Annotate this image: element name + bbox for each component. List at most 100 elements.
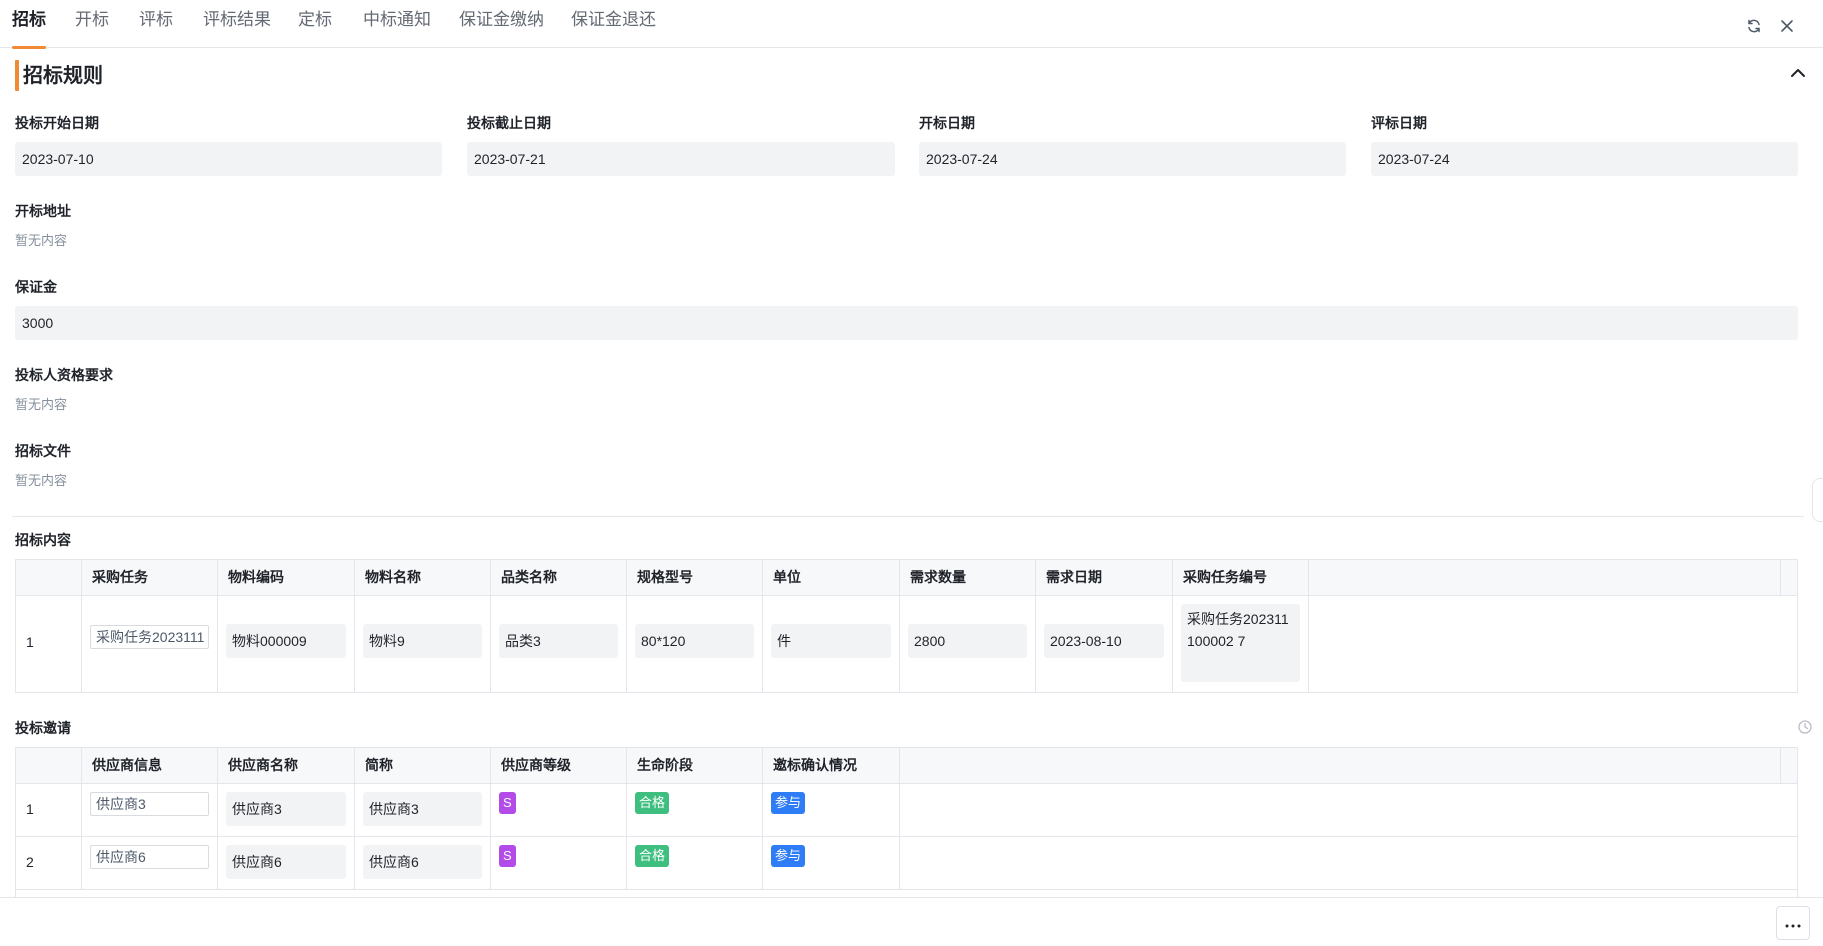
- supplier-info-input[interactable]: 供应商6: [90, 845, 209, 869]
- tab-deposit-refund[interactable]: 保证金退还: [571, 0, 656, 48]
- supplier-name-value: 供应商6: [226, 845, 346, 879]
- side-drawer-handle[interactable]: [1812, 478, 1823, 522]
- eval-date-label: 评标日期: [1371, 115, 1427, 131]
- open-address-label: 开标地址: [15, 203, 71, 219]
- category-cell: 品类3: [491, 596, 627, 692]
- task-input[interactable]: 采购任务2023111: [90, 625, 209, 649]
- spec-cell: 80*120: [627, 596, 763, 692]
- deposit-field: 3000: [15, 306, 1798, 340]
- supplier-info-cell: 供应商3: [82, 784, 218, 836]
- table-header: 供应商信息 供应商名称 简称 供应商等级 生命阶段 邀标确认情况: [16, 748, 1797, 784]
- short-name-value: 供应商3: [363, 792, 482, 826]
- column-header: 生命阶段: [627, 748, 763, 783]
- column-header: 采购任务: [82, 560, 218, 595]
- task-cell: 采购任务2023111: [82, 596, 218, 692]
- material-name-cell: 物料9: [355, 596, 491, 692]
- index-header: [16, 560, 82, 595]
- material-code-cell: 物料000009: [218, 596, 355, 692]
- short-name-value: 供应商6: [363, 845, 482, 879]
- tab-evaluation[interactable]: 评标: [139, 0, 173, 48]
- confirm-tag: 参与: [771, 792, 806, 814]
- date-value: 2023-08-10: [1044, 624, 1164, 658]
- confirm-cell: 参与: [763, 784, 900, 836]
- section-title: 招标规则: [23, 65, 103, 87]
- table-row: 1 采购任务2023111 物料000009 物料9 品类3 80*120 件 …: [16, 596, 1797, 692]
- material-name-value: 物料9: [363, 624, 482, 658]
- confirm-tag: 参与: [771, 845, 806, 867]
- level-tag: S: [499, 792, 516, 814]
- tender-docs-label: 招标文件: [15, 443, 71, 459]
- open-date-field: 2023-07-24: [919, 142, 1346, 176]
- section-divider: [12, 516, 1804, 517]
- tab-deposit-payment[interactable]: 保证金缴纳: [459, 0, 544, 48]
- eval-date-field: 2023-07-24: [1371, 142, 1798, 176]
- unit-value: 件: [771, 624, 891, 658]
- level-tag: S: [499, 845, 516, 867]
- column-header: 规格型号: [627, 560, 763, 595]
- index-cell: 2: [16, 837, 82, 889]
- open-date-label: 开标日期: [919, 115, 975, 131]
- column-header: 物料名称: [355, 560, 491, 595]
- chevron-up-icon[interactable]: [1786, 61, 1810, 85]
- index-header: [16, 748, 82, 783]
- supplier-info-input[interactable]: 供应商3: [90, 792, 209, 816]
- supplier-name-cell: 供应商3: [218, 784, 355, 836]
- column-header: 供应商信息: [82, 748, 218, 783]
- table-row: 1 供应商3 供应商3 供应商3 S 合格 参与: [16, 784, 1797, 837]
- row-index: 1: [26, 634, 34, 650]
- date-cell: 2023-08-10: [1036, 596, 1173, 692]
- short-name-cell: 供应商6: [355, 837, 491, 889]
- column-header: 单位: [763, 560, 900, 595]
- quantity-cell: 2800: [900, 596, 1036, 692]
- history-icon[interactable]: [1797, 719, 1813, 735]
- column-header-filler: [900, 748, 1781, 783]
- supplier-info-cell: 供应商6: [82, 837, 218, 889]
- quantity-value: 2800: [908, 624, 1027, 658]
- column-header: 物料编码: [218, 560, 355, 595]
- unit-cell: 件: [763, 596, 900, 692]
- level-cell: S: [491, 784, 627, 836]
- stage-cell: 合格: [627, 784, 763, 836]
- supplier-name-value: 供应商3: [226, 792, 346, 826]
- section-accent-bar: [15, 60, 19, 91]
- invite-table: 供应商信息 供应商名称 简称 供应商等级 生命阶段 邀标确认情况 1 供应商3 …: [15, 747, 1798, 897]
- level-cell: S: [491, 837, 627, 889]
- deposit-label: 保证金: [15, 279, 57, 295]
- column-header: 供应商等级: [491, 748, 627, 783]
- spec-value: 80*120: [635, 624, 754, 658]
- stage-cell: 合格: [627, 837, 763, 889]
- stage-tag: 合格: [635, 792, 670, 814]
- table-header: 采购任务 物料编码 物料名称 品类名称 规格型号 单位 需求数量 需求日期 采购…: [16, 560, 1797, 596]
- column-header: 需求数量: [900, 560, 1036, 595]
- content-table-title: 招标内容: [15, 532, 71, 548]
- qualification-value: 暂无内容: [15, 397, 68, 412]
- row-index: 2: [26, 854, 34, 870]
- invite-table-title: 投标邀请: [15, 720, 71, 736]
- column-header: 邀标确认情况: [763, 748, 900, 783]
- tab-bidding[interactable]: 招标: [12, 0, 46, 49]
- more-actions-button[interactable]: [1776, 906, 1810, 940]
- category-value: 品类3: [499, 624, 618, 658]
- bid-end-field: 2023-07-21: [467, 142, 895, 176]
- close-icon[interactable]: [1777, 16, 1797, 36]
- row-index: 1: [26, 801, 34, 817]
- tab-award[interactable]: 定标: [298, 0, 332, 48]
- table-row: 2 供应商6 供应商6 供应商6 S 合格 参与: [16, 837, 1797, 890]
- content-table: 采购任务 物料编码 物料名称 品类名称 规格型号 单位 需求数量 需求日期 采购…: [15, 559, 1798, 693]
- supplier-name-cell: 供应商6: [218, 837, 355, 889]
- material-code-value: 物料000009: [226, 624, 346, 658]
- column-header: 供应商名称: [218, 748, 355, 783]
- tab-opening[interactable]: 开标: [75, 0, 109, 48]
- column-header: 需求日期: [1036, 560, 1173, 595]
- tab-award-notice[interactable]: 中标通知: [363, 0, 431, 48]
- refresh-icon[interactable]: [1744, 16, 1764, 36]
- column-header: 简称: [355, 748, 491, 783]
- tab-evaluation-result[interactable]: 评标结果: [203, 0, 271, 48]
- footer-bar: [0, 897, 1823, 946]
- tab-bar: 招标 开标 评标 评标结果 定标 中标通知 保证金缴纳 保证金退还: [0, 0, 1823, 49]
- tender-docs-value: 暂无内容: [15, 473, 68, 488]
- bid-start-label: 投标开始日期: [15, 115, 99, 131]
- stage-tag: 合格: [635, 845, 670, 867]
- bid-end-label: 投标截止日期: [467, 115, 551, 131]
- task-no-value: 采购任务202311100002 7: [1181, 604, 1300, 682]
